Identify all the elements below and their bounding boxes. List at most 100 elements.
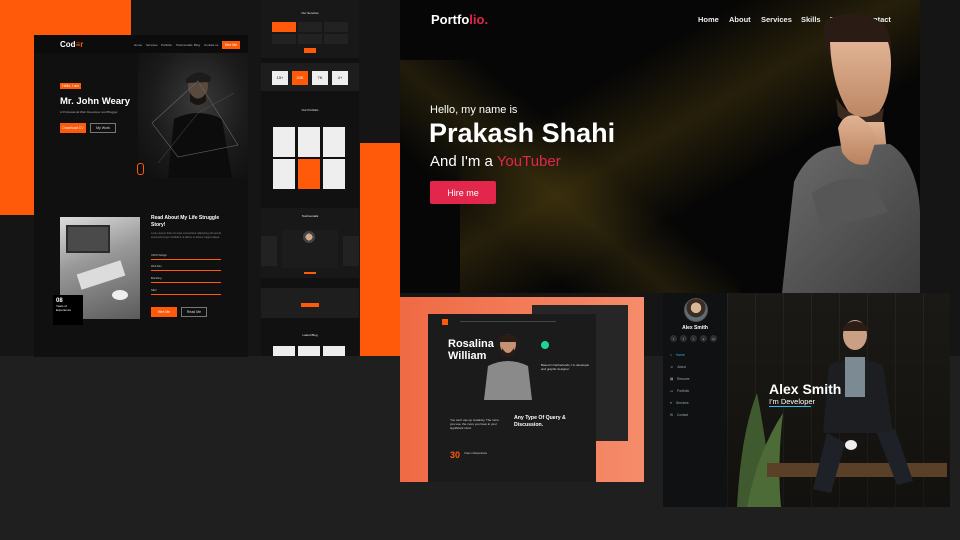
- alex-hero-name: Alex Smith: [769, 381, 842, 397]
- server-icon: ≡: [670, 401, 672, 405]
- portfolio-logo[interactable]: Portfolio.: [431, 12, 488, 27]
- coder-skill-label: SEO: [151, 289, 157, 292]
- strip-portfolio-item[interactable]: [323, 159, 345, 189]
- strip-stat: 7K: [312, 71, 328, 85]
- rosalina-man-photo: [484, 334, 532, 400]
- alex-nav-resume: ▤ Resume: [670, 377, 690, 381]
- coder-skill-label: Branding: [151, 277, 162, 280]
- coder-download-cv-button[interactable]: Download CV: [60, 123, 86, 133]
- strip-service-card[interactable]: [324, 22, 348, 32]
- coder-read-me-button[interactable]: Read Me: [181, 307, 207, 317]
- coder-hero-photo: [138, 53, 248, 178]
- coder-nav-testimonials[interactable]: Testimonials: [176, 43, 193, 47]
- coder-nav-portfolio[interactable]: Portfolio: [161, 43, 172, 47]
- alex-smith-template-preview: Alex Smith t f i s in ⌂ Home ☺ About ▤ Resu…: [663, 293, 950, 507]
- coder-hero-subtitle: A Professional Web Developer and Blogger: [60, 110, 118, 114]
- strip-testimonials-title: Testimonials: [301, 214, 319, 218]
- strip-services-title: Our Services: [301, 11, 319, 15]
- strip-portfolio-item[interactable]: [323, 127, 345, 157]
- rosalina-logo[interactable]: [442, 319, 448, 325]
- strip-stat: 15+: [272, 71, 288, 85]
- strip-testimonial-card: [343, 236, 359, 266]
- hero-role: YouTuber: [496, 153, 561, 170]
- coder-skill-label: Web Dev: [151, 265, 162, 268]
- alex-nav-about: ☺ About: [670, 365, 686, 369]
- strip-blog-card[interactable]: [273, 346, 295, 356]
- testimonial-avatar: [303, 231, 315, 243]
- strip-blog-card[interactable]: [298, 346, 320, 356]
- skype-icon[interactable]: s: [700, 335, 707, 342]
- strip-portfolio-title: Our Portfolio: [301, 108, 319, 112]
- coder-my-work-button[interactable]: My Work: [90, 123, 116, 133]
- coder-nav-services[interactable]: Services: [146, 43, 158, 47]
- coder-nav-contact[interactable]: Contact us: [204, 43, 218, 47]
- hire-me-button[interactable]: Hire me: [430, 181, 496, 204]
- hero-light-beam: [400, 60, 740, 293]
- alex-avatar: [684, 298, 708, 322]
- coder-skill-label: UI/UX Design: [151, 254, 167, 257]
- hero-nav-home[interactable]: Home: [698, 15, 719, 24]
- strip-service-card[interactable]: [298, 34, 322, 44]
- coder-skill-bar: [151, 282, 221, 283]
- twitter-icon[interactable]: t: [670, 335, 677, 342]
- strip-service-card[interactable]: [272, 22, 296, 32]
- hero-nav-about[interactable]: About: [729, 15, 751, 24]
- strip-portfolio-item[interactable]: [298, 127, 320, 157]
- hero-man-photo: [782, 13, 920, 293]
- linkedin-icon[interactable]: in: [710, 335, 717, 342]
- portfolio-hero-preview: Portfolio. Home About Services Skills Te…: [400, 0, 920, 293]
- strip-service-card[interactable]: [272, 34, 296, 44]
- alex-nav-portfolio: ▭ Portfolio: [670, 389, 690, 393]
- collage-canvas: Cod≡r Home Services Portfolio Testimonia…: [0, 0, 960, 540]
- rosalina-template-preview: Rosalina William Based in Netherlands, I'…: [400, 297, 644, 482]
- hero-greeting: Hello, my name is: [430, 104, 518, 116]
- instagram-icon[interactable]: i: [690, 335, 697, 342]
- alex-sidebar-name: Alex Smith: [682, 325, 708, 331]
- rosalina-years-label: Years of Experience: [464, 452, 488, 455]
- coder-experience-badge: 08 Years of Experience: [53, 295, 83, 325]
- coder-template-preview: Cod≡r Home Services Portfolio Testimonia…: [34, 35, 248, 357]
- strip-portfolio-item[interactable]: [273, 127, 295, 157]
- strip-cta-button[interactable]: [301, 303, 319, 307]
- rosalina-cta-title: Any Type Of Query & Discussion.: [514, 415, 566, 428]
- coder-nav-home[interactable]: Home: [134, 43, 142, 47]
- backdrop-orange-block-mid: [360, 143, 400, 356]
- rosalina-quote-text: You can't use up creativity. The more yo…: [450, 418, 499, 430]
- alex-nav-contact: ✉ Contact: [670, 413, 689, 417]
- coder-logo[interactable]: Cod≡r: [60, 40, 83, 49]
- strip-portfolio-item[interactable]: [298, 159, 320, 189]
- home-icon: ⌂: [670, 353, 672, 357]
- strip-services-button[interactable]: [304, 48, 316, 53]
- coder-hire-me-button[interactable]: Hire Me: [151, 307, 177, 317]
- strip-stat: 4+: [332, 71, 348, 85]
- coder-man-silhouette: [151, 72, 239, 178]
- scroll-mouse-icon: [137, 163, 144, 175]
- strip-service-card[interactable]: [324, 34, 348, 44]
- strip-carousel-indicator[interactable]: [304, 272, 316, 274]
- coder-skill-bar: [151, 259, 221, 260]
- folder-icon: ▭: [670, 389, 674, 393]
- rosalina-navbar: [460, 321, 556, 322]
- alex-man-on-bench: [737, 320, 947, 507]
- strip-service-card[interactable]: [298, 22, 322, 32]
- strip-blog-card[interactable]: [323, 346, 345, 356]
- strip-template-preview: Our Services 15+ 20K 7K 4+ Our Portfolio…: [261, 0, 359, 356]
- coder-skill-bar: [151, 270, 221, 271]
- coder-greeting-tag: Hello, I am: [60, 83, 81, 89]
- coder-skill-bar: [151, 294, 221, 295]
- rosalina-intro-text: Based in Netherlands, I'm developer and …: [541, 363, 590, 371]
- envelope-icon: ✉: [670, 413, 673, 417]
- document-icon: ▤: [670, 377, 674, 381]
- alex-typing-underline: [769, 406, 811, 407]
- coder-nav-hire-button[interactable]: Hire Me: [222, 41, 240, 49]
- strip-portfolio-item[interactable]: [273, 159, 295, 189]
- strip-testimonial-card: [261, 236, 277, 266]
- alex-nav-services: ≡ Services: [670, 401, 689, 405]
- facebook-icon[interactable]: f: [680, 335, 687, 342]
- hero-name: Prakash Shahi: [429, 118, 616, 148]
- strip-blog-title: Latest Blog: [302, 333, 318, 337]
- coder-nav-blog[interactable]: Blog: [194, 43, 200, 47]
- strip-stat: 20K: [292, 71, 308, 85]
- hero-role-line: And I'm a YouTuber: [430, 153, 561, 170]
- status-dot-icon: [541, 341, 549, 349]
